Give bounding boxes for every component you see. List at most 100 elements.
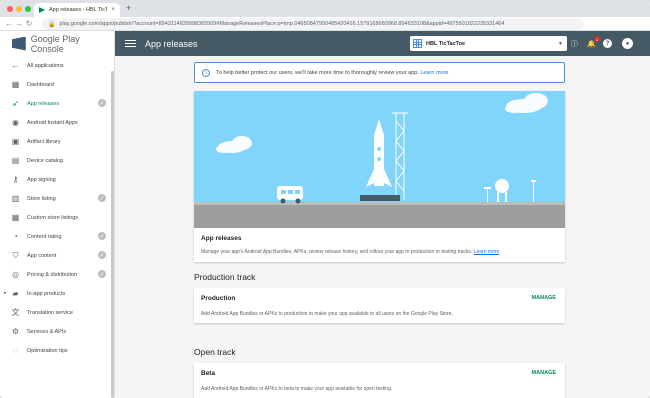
production-card-description: Add Android App Bundles or APKs to produ… — [201, 311, 453, 317]
store-icon: ▥ — [11, 194, 20, 203]
check-circle-icon: ✓ — [98, 99, 106, 107]
sidebar-item-pricing-distribution[interactable]: ◎ Pricing & distribution ✓ — [0, 265, 114, 284]
notification-badge: 1 — [594, 36, 600, 42]
close-window-button[interactable] — [7, 6, 13, 12]
beta-manage-button[interactable]: MANAGE — [532, 370, 556, 376]
rocket-icon: ➶ — [12, 99, 19, 108]
info-icon: i — [202, 68, 210, 77]
sidebar-item-artifact-library[interactable]: ▣ Artifact library — [0, 132, 114, 151]
info-icon[interactable]: ⓘ — [569, 38, 580, 49]
help-icon[interactable]: ? — [603, 39, 612, 48]
sidebar-item-translation-service[interactable]: 文 Translation service — [0, 303, 114, 322]
address-bar: ← → ↻ 🔒 play.google.com/apps/publish/?ac… — [0, 17, 650, 44]
sidebar-item-label: Optimization tips — [27, 347, 68, 354]
reload-icon[interactable]: ↻ — [24, 19, 34, 28]
production-track-card: Production MANAGE Add Android App Bundle… — [194, 288, 565, 323]
page-title: App releases — [145, 38, 198, 49]
sidebar-item-content-rating[interactable]: ◔ Content rating ✓ — [0, 227, 114, 246]
sidebar-item-device-catalog[interactable]: ▤ Device catalog — [0, 151, 114, 170]
account-avatar-icon[interactable]: ● — [622, 38, 633, 49]
notice-learn-more-link[interactable]: Learn more — [420, 70, 448, 76]
sidebar-item-all-applications[interactable]: ← All applications — [0, 56, 114, 75]
url-field[interactable]: 🔒 play.google.com/apps/publish/?account=… — [42, 18, 584, 30]
sidebar-item-label: Translation service — [27, 309, 73, 316]
sidebar-item-optimization-tips[interactable]: ◌ Optimization tips — [0, 341, 114, 360]
sidebar-item-label: Device catalog — [27, 157, 64, 164]
app-name: HBL TicTacToe — [426, 40, 466, 47]
check-circle-icon: ✓ — [98, 251, 106, 259]
maximize-window-button[interactable] — [25, 6, 31, 12]
browser-window: App releases - HBL TicTacToe × + ← → ↻ 🔒… — [0, 0, 650, 398]
key-icon: ⚷ — [12, 175, 19, 184]
sidebar-item-label: All applications — [27, 62, 64, 69]
review-notice-banner: i To help better protect our users, we'l… — [194, 62, 565, 83]
check-circle-icon: ✓ — [98, 194, 106, 202]
pricing-icon: ◎ — [12, 270, 19, 279]
artifact-icon: ▣ — [11, 137, 20, 146]
open-track-card: Beta MANAGE Add Android App Bundles or A… — [194, 363, 565, 398]
forward-icon[interactable]: → — [14, 19, 24, 28]
instant-apps-icon: ◉ — [12, 118, 19, 127]
hamburger-menu-icon[interactable] — [125, 39, 136, 48]
production-manage-button[interactable]: MANAGE — [532, 295, 556, 301]
open-track-heading: Open track — [194, 347, 236, 357]
check-circle-icon: ✓ — [98, 270, 106, 278]
sidebar-item-store-listing[interactable]: ▥ Store listing ✓ — [0, 189, 114, 208]
sidebar-item-label: Artifact library — [27, 138, 61, 145]
sidebar-item-label: App signing — [27, 176, 56, 183]
sidebar-item-app-signing[interactable]: ⚷ App signing — [0, 170, 114, 189]
expand-arrow-icon[interactable]: ▸ — [4, 290, 7, 296]
app-releases-hero-card: App releases Manage your app's Android A… — [194, 91, 565, 262]
new-tab-button[interactable]: + — [126, 3, 131, 13]
dashboard-icon: ▦ — [11, 80, 20, 89]
tab-title: App releases - HBL TicTacToe — [49, 7, 108, 13]
sidebar-item-label: In-app products — [27, 290, 66, 297]
production-track-heading: Production track — [194, 272, 256, 282]
sidebar-item-app-releases[interactable]: ➶ App releases ✓ — [0, 94, 114, 113]
sidebar-nav: ← All applications ▦ Dashboard ➶ App releases… — [0, 56, 114, 360]
play-console-logo-icon — [12, 36, 26, 51]
back-arrow-icon: ← — [11, 61, 20, 70]
browser-tab[interactable]: App releases - HBL TicTacToe × — [34, 3, 120, 17]
bulb-icon: ◌ — [13, 346, 18, 355]
brand-name: Google Play Console — [30, 33, 80, 54]
cart-icon: ▰ — [12, 289, 19, 298]
beta-card-description: Add Android App Bundles or APKs to beta … — [201, 386, 393, 392]
check-circle-icon: ✓ — [98, 232, 106, 240]
url-text: play.google.com/apps/publish/?account=89… — [59, 21, 505, 27]
notice-text: To help better protect our users, we'll … — [216, 69, 449, 76]
back-icon[interactable]: ← — [4, 19, 14, 28]
beta-card-title: Beta — [201, 370, 216, 377]
play-console-app: Google Play Console ← All applications ▦ Da… — [0, 31, 650, 398]
minimize-window-button[interactable] — [16, 6, 22, 12]
sidebar-item-custom-store-listings[interactable]: ▦ Custom store listings — [0, 208, 114, 227]
brand[interactable]: Google Play Console — [0, 31, 114, 56]
tab-bar: App releases - HBL TicTacToe × + — [0, 0, 650, 17]
sidebar-item-services-apis[interactable]: ⚙ Services & APIs — [0, 322, 114, 341]
device-icon: ▤ — [11, 156, 20, 165]
sidebar: Google Play Console ← All applications ▦ Da… — [0, 31, 115, 398]
chevron-down-icon: ▼ — [558, 40, 563, 47]
top-app-bar: App releases HBL TicTacToe ▼ ⓘ 🔔 1 ? ● — [115, 31, 650, 56]
rating-icon: ◔ — [13, 232, 18, 241]
sidebar-item-in-app-products[interactable]: ▰ In-app products ▸ — [0, 284, 114, 303]
app-grid-icon — [413, 39, 422, 48]
sidebar-scrollbar[interactable] — [111, 71, 114, 398]
sidebar-item-label: Custom store listings — [27, 214, 79, 221]
tab-close-icon[interactable]: × — [111, 7, 115, 13]
rocket-launch-illustration — [194, 91, 565, 228]
main-content: i To help better protect our users, we'l… — [115, 56, 650, 398]
services-icon: ⚙ — [11, 327, 20, 336]
shield-icon: ⛉ — [12, 250, 19, 260]
sidebar-item-app-content[interactable]: ⛉ App content ✓ — [0, 246, 114, 265]
hero-learn-more-link[interactable]: Learn more — [474, 249, 500, 255]
sidebar-item-dashboard[interactable]: ▦ Dashboard — [0, 75, 114, 94]
app-selector[interactable]: HBL TicTacToe ▼ — [410, 36, 567, 51]
hero-description: Manage your app's Android App Bundles, A… — [201, 249, 500, 255]
sidebar-item-label: Services & APIs — [27, 328, 67, 335]
hero-title: App releases — [201, 235, 242, 242]
lock-icon: 🔒 — [48, 21, 56, 28]
sidebar-item-android-instant-apps[interactable]: ◉ Android Instant Apps — [0, 113, 114, 132]
sidebar-item-label: Dashboard — [27, 81, 54, 88]
translate-icon: 文 — [11, 308, 20, 317]
